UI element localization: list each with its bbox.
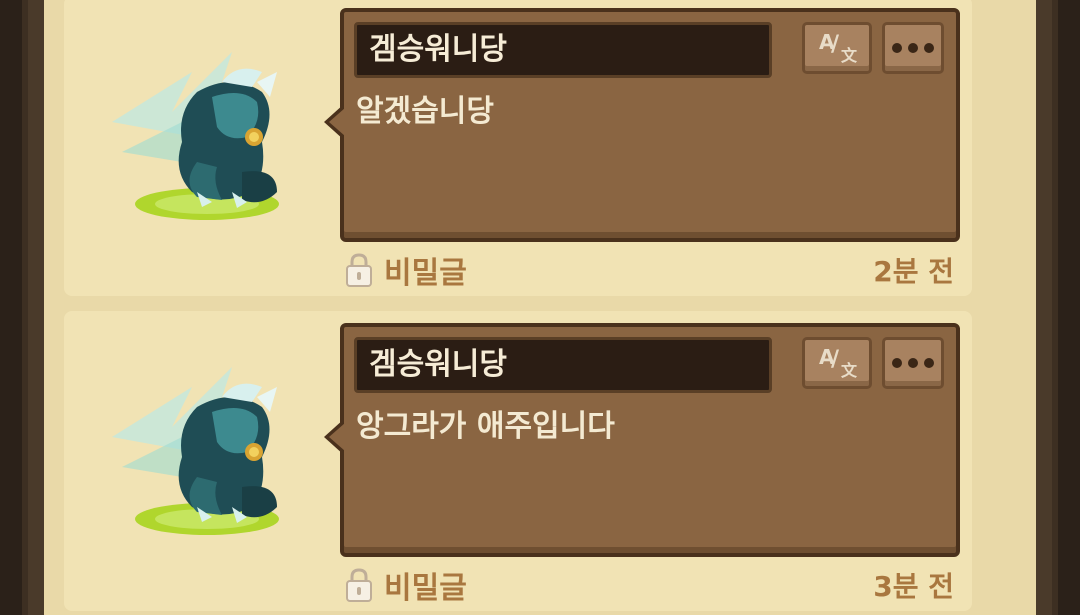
more-icon [892,43,934,53]
post-card: 겜승워니당 A / 文 알겠습니당 비밀글 2분 전 [64,0,972,296]
message-bubble: 겜승워니당 A / 文 알겠습니당 [324,8,960,242]
message-bubble: 겜승워니당 A / 文 앙그라가 애주입니다 [324,323,960,557]
message-text: 앙그라가 애주입니다 [356,409,615,444]
more-icon [892,358,934,368]
author-name[interactable]: 겜승워니당 [354,337,772,393]
post-time: 3분 전 [873,570,954,603]
lock-icon [346,253,372,287]
dragon-avatar[interactable] [102,357,292,547]
message-text: 알겠습니당 [356,94,494,129]
post-card: 겜승워니당 A / 文 앙그라가 애주입니다 비밀글 3분 전 [64,311,972,611]
secret-label: 비밀글 [384,256,467,291]
translate-icon: A / 文 [819,30,858,65]
right-frame [1052,0,1080,615]
post-time: 2분 전 [873,255,954,288]
more-options-button[interactable] [882,337,944,389]
more-options-button[interactable] [882,22,944,74]
author-name[interactable]: 겜승워니당 [354,22,772,78]
bubble-tail [324,104,345,140]
right-frame-inner [1036,0,1052,615]
translate-icon: A / 文 [819,345,858,380]
left-frame [0,0,28,615]
translate-button[interactable]: A / 文 [802,22,872,74]
bubble-tail [324,419,345,455]
left-frame-inner [28,0,44,615]
lock-icon [346,568,372,602]
secret-label: 비밀글 [384,571,467,606]
dragon-avatar[interactable] [102,42,292,232]
translate-button[interactable]: A / 文 [802,337,872,389]
